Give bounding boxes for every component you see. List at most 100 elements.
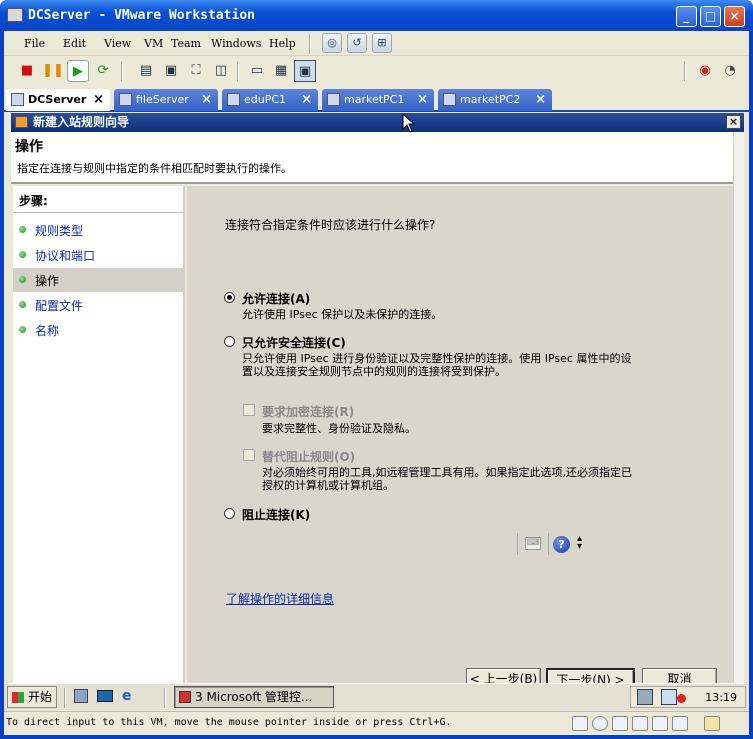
status-bar: To direct input to this VM, move the mou… [4, 711, 749, 735]
tab-marketpc2[interactable]: marketPC2 × [438, 89, 552, 111]
mmc-icon [179, 691, 191, 703]
menu-view[interactable]: View [104, 37, 131, 50]
vm-icon [443, 93, 456, 106]
require-encryption-checkbox[interactable] [243, 404, 255, 416]
vmware-app-icon [7, 8, 23, 22]
appliance-view-icon[interactable]: ▣ [294, 60, 316, 82]
divider [548, 533, 549, 555]
snapshot-manager-icon[interactable]: ⊞ [372, 33, 392, 53]
vmware-window: DCServer - VMware Workstation _ □ × File… [0, 0, 753, 739]
help-icon[interactable]: ? [553, 536, 570, 553]
tab-edupc1[interactable]: eduPC1 × [222, 89, 318, 111]
snapshot-take-icon[interactable]: ◎ [322, 33, 342, 53]
learn-more-link[interactable]: 了解操作的详细信息 [226, 590, 334, 607]
reset-icon[interactable]: ⟳ [92, 60, 114, 82]
tab-dcserver[interactable]: DCServer × [6, 89, 110, 111]
allow-connection-label[interactable]: 允许连接(A) [242, 290, 310, 307]
menu-bar: File Edit View VM Team Windows Help ◎ ↺ … [4, 31, 749, 56]
vm-icon [227, 93, 240, 106]
tab-label: marketPC1 [344, 93, 405, 106]
block-connection-radio[interactable] [224, 508, 235, 519]
suspend-icon[interactable]: ❚❚ [42, 60, 64, 82]
menu-team[interactable]: Team [171, 37, 201, 50]
wizard-header: 操作 指定在连接与规则中指定的条件相匹配时要执行的操作。 [11, 132, 733, 184]
menu-help[interactable]: Help [269, 37, 296, 50]
power-off-icon[interactable]: ■ [16, 60, 38, 82]
wizard-title-bar[interactable]: 新建入站规则向导 × [11, 113, 744, 132]
menu-file[interactable]: File [24, 37, 45, 50]
sound-icon[interactable] [652, 716, 668, 731]
close-tab-icon[interactable]: × [93, 89, 104, 111]
secure-connection-label[interactable]: 只允许安全连接(C) [242, 334, 346, 351]
keyboard-icon[interactable]: ⌨ [525, 537, 541, 550]
step-name[interactable]: 名称 [13, 318, 183, 342]
taskbar-item-mmc[interactable]: 3 Microsoft 管理控... [174, 686, 334, 708]
firewall-icon [15, 116, 28, 128]
step-bullet-icon [19, 226, 26, 233]
minimize-button[interactable]: _ [676, 6, 697, 27]
title-bar[interactable]: DCServer - VMware Workstation _ □ × [0, 0, 753, 31]
quick-switch-icon[interactable]: ▣ [160, 60, 182, 82]
tab-label: eduPC1 [244, 93, 287, 106]
vertical-scrollbar[interactable] [733, 132, 744, 695]
revert-snapshot-icon[interactable]: ◔ [719, 60, 741, 82]
override-block-label: 替代阻止规则(O) [262, 450, 356, 464]
overflow-chevron-icon[interactable]: ▴ ▾ [577, 534, 582, 552]
guest-screen[interactable]: 新建入站规则向导 × 操作 指定在连接与规则中指定的条件相匹配时要执行的操作。 … [11, 113, 744, 695]
speaker-icon[interactable] [661, 689, 677, 705]
message-log-icon[interactable] [704, 716, 720, 731]
window-title: DCServer - VMware Workstation [28, 8, 255, 23]
full-screen-icon[interactable]: ⛶ [185, 60, 207, 82]
floppy-icon[interactable] [672, 716, 688, 731]
secure-connection-radio[interactable] [224, 336, 235, 347]
step-bullet-icon [19, 251, 26, 258]
block-connection-label[interactable]: 阻止连接(K) [242, 506, 310, 523]
usb-icon[interactable] [632, 716, 648, 731]
step-action[interactable]: 操作 [13, 268, 183, 292]
toolbar: ■ ❚❚ ▶ ⟳ ▤ ▣ ⛶ ◫ ▭ ▦ ▣ ◉ ◔ [4, 57, 749, 85]
hard-disk-icon[interactable] [572, 716, 588, 731]
snapshot-revert-icon[interactable]: ↺ [347, 33, 367, 53]
taskbar-separator [164, 688, 166, 708]
network-icon[interactable] [637, 689, 653, 705]
menu-edit[interactable]: Edit [63, 37, 86, 50]
override-block-checkbox[interactable] [243, 449, 255, 461]
taskbar-separator [64, 688, 66, 708]
maximize-button[interactable]: □ [700, 6, 721, 27]
console-view-icon[interactable]: ▭ [246, 60, 268, 82]
summary-view-icon[interactable]: ▦ [270, 60, 292, 82]
close-button[interactable]: × [724, 6, 745, 27]
snapshot-icon[interactable]: ◉ [694, 60, 716, 82]
unity-icon[interactable]: ◫ [210, 60, 232, 82]
close-tab-icon[interactable]: × [417, 89, 428, 111]
show-desktop-icon[interactable] [97, 690, 113, 702]
allow-connection-desc: 允许使用 IPsec 保护以及未保护的连接。 [242, 308, 443, 321]
network-adapter-icon[interactable] [612, 716, 628, 731]
menu-vm[interactable]: VM [144, 37, 163, 50]
menu-windows[interactable]: Windows [211, 37, 261, 50]
step-protocol-port[interactable]: 协议和端口 [13, 243, 183, 267]
tab-label: DCServer [28, 93, 87, 106]
step-rule-type[interactable]: 规则类型 [13, 218, 183, 242]
allow-connection-radio[interactable] [224, 292, 235, 303]
wizard-close-button[interactable]: × [726, 115, 741, 129]
close-tab-icon[interactable]: × [301, 89, 312, 111]
step-bullet-icon [19, 326, 26, 333]
close-tab-icon[interactable]: × [201, 89, 212, 111]
start-button[interactable]: 开始 [7, 686, 57, 708]
secure-connection-desc-2: 置以及连接安全规则节点中的规则的连接将受到保护。 [242, 365, 506, 378]
tab-fileserver[interactable]: fileServer × [114, 89, 218, 111]
server-manager-icon[interactable] [74, 689, 88, 703]
step-profile[interactable]: 配置文件 [13, 293, 183, 317]
cd-drive-icon[interactable] [592, 716, 608, 731]
step-label: 名称 [35, 324, 60, 338]
internet-explorer-icon[interactable]: e [122, 688, 132, 704]
close-tab-icon[interactable]: × [535, 89, 546, 111]
toolbar-separator [121, 61, 123, 81]
tab-marketpc1[interactable]: marketPC1 × [322, 89, 434, 111]
show-sidebar-icon[interactable]: ▤ [135, 60, 157, 82]
wizard-content: 连接符合指定条件时应该进行什么操作? 允许连接(A) 允许使用 IPsec 保护… [187, 186, 733, 695]
power-on-icon[interactable]: ▶ [67, 60, 89, 82]
require-encryption-label: 要求加密连接(R) [262, 405, 355, 419]
page-title: 操作 [15, 139, 43, 155]
